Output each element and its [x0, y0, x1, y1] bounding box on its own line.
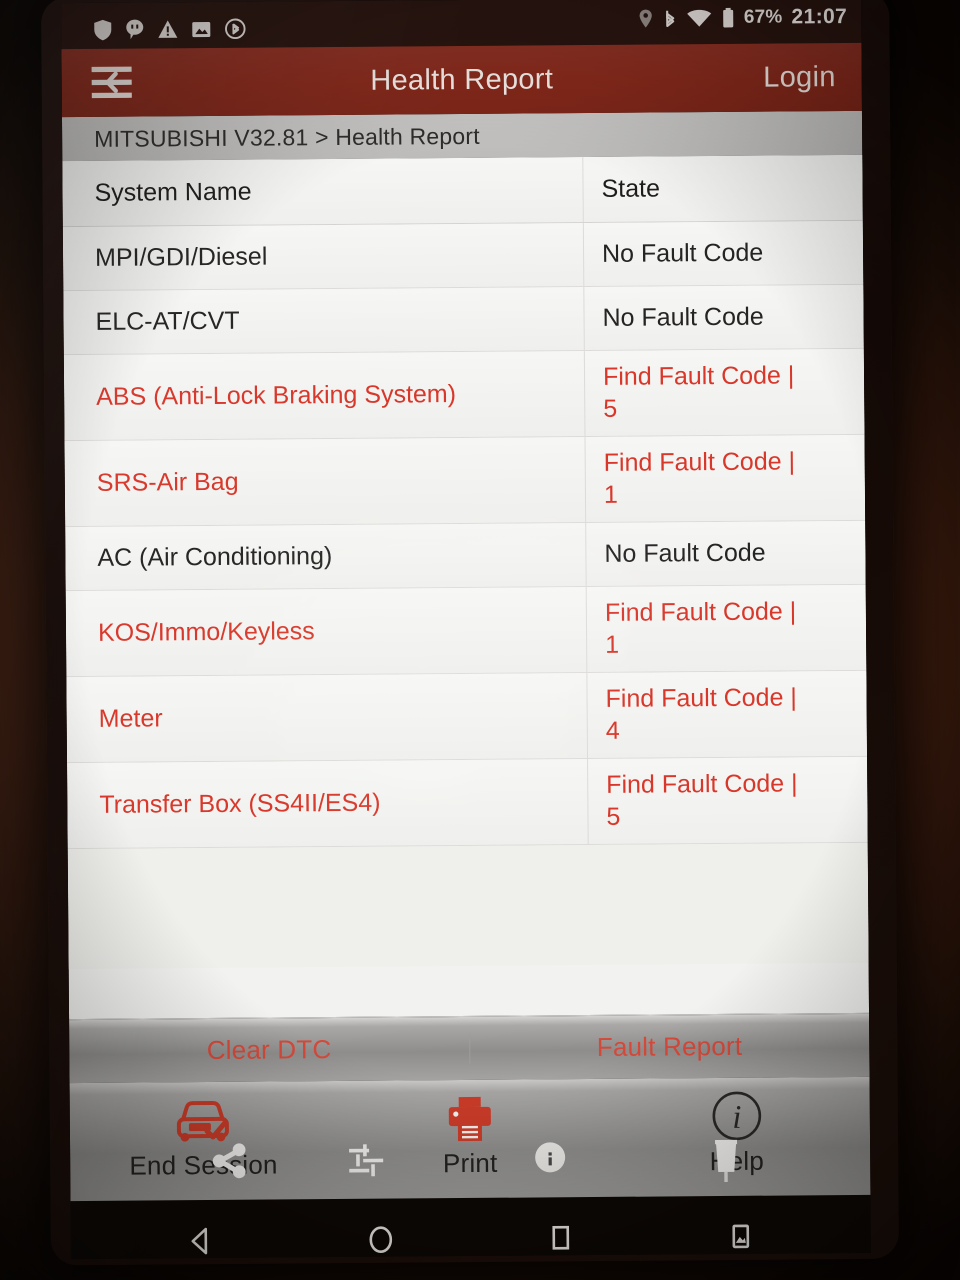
bluetooth-circle-icon — [224, 18, 246, 40]
tool-label: End Session — [129, 1149, 278, 1181]
system-state: Find Fault Code | 4 — [586, 670, 868, 759]
clock: 21:07 — [791, 4, 848, 29]
system-state: No Fault Code — [585, 520, 866, 587]
system-state: No Fault Code — [583, 284, 864, 351]
system-state: Find Fault Code | 1 — [585, 584, 867, 673]
system-name: Transfer Box (SS4II/ES4) — [99, 788, 381, 820]
table-row[interactable]: MPI/GDI/Diesel No Fault Code — [62, 220, 864, 292]
clear-dtc-button[interactable]: Clear DTC — [69, 1033, 469, 1067]
printer-icon — [444, 1090, 496, 1144]
system-state: No Fault Code — [582, 220, 864, 287]
screenshot-icon[interactable] — [701, 1209, 781, 1260]
column-header-system-name: System Name — [94, 177, 252, 208]
warning-triangle-icon — [157, 19, 178, 39]
tool-label: Print — [442, 1147, 498, 1179]
table-row[interactable]: AC (Air Conditioning) No Fault Code — [65, 520, 866, 592]
column-header-state: State — [582, 154, 863, 223]
table-header-row: System Name State — [62, 154, 863, 228]
bottom-toolbar: End Session Print i Help — [69, 1076, 871, 1202]
android-status-bar: 67% 21:07 — [61, 0, 862, 50]
android-navigation-bar — [70, 1194, 871, 1260]
home-icon[interactable] — [341, 1211, 421, 1259]
photograph-of-phone: 67% 21:07 Health Report Login MITSUBISHI… — [0, 0, 960, 1280]
hangouts-icon — [125, 19, 144, 41]
system-state: Find Fault Code | 5 — [583, 348, 865, 437]
table-row[interactable]: ELC-AT/CVT No Fault Code — [63, 284, 864, 356]
status-bar-system-icons: 67% 21:07 — [638, 5, 848, 31]
table-row[interactable]: Transfer Box (SS4II/ES4) Find Fault Code… — [67, 756, 868, 850]
menu-back-icon[interactable] — [82, 59, 146, 106]
battery-icon — [721, 7, 735, 29]
help-button[interactable]: i Help — [603, 1077, 870, 1178]
battery-percentage: 67% — [743, 6, 783, 28]
table-row[interactable]: KOS/Immo/Keyless Find Fault Code | 1 — [65, 584, 867, 678]
status-bar-notification-icons — [93, 18, 246, 41]
car-check-icon — [171, 1092, 235, 1147]
app-header-bar: Health Report Login — [61, 42, 862, 118]
bluetooth-icon — [662, 7, 677, 29]
table-empty-area — [67, 842, 869, 970]
system-name: SRS-Air Bag — [96, 468, 239, 498]
end-session-button[interactable]: End Session — [70, 1081, 337, 1182]
location-pin-icon — [638, 9, 653, 29]
svg-text:i: i — [732, 1100, 741, 1136]
login-button[interactable]: Login — [763, 61, 836, 95]
action-bar: Clear DTC Fault Report — [69, 1012, 870, 1084]
wifi-icon — [686, 8, 712, 28]
fault-report-button[interactable]: Fault Report — [468, 1029, 870, 1064]
image-icon — [191, 19, 211, 38]
print-button[interactable]: Print — [336, 1079, 603, 1180]
shield-icon — [93, 19, 112, 41]
tool-label: Help — [709, 1145, 765, 1177]
system-name: ABS (Anti-Lock Braking System) — [96, 380, 457, 412]
info-circle-icon: i — [708, 1088, 764, 1142]
table-row[interactable]: SRS-Air Bag Find Fault Code | 1 — [64, 434, 866, 528]
system-state: Find Fault Code | 1 — [584, 434, 866, 523]
system-name: AC (Air Conditioning) — [97, 542, 333, 573]
system-name: KOS/Immo/Keyless — [97, 617, 315, 648]
table-row[interactable]: Meter Find Fault Code | 4 — [66, 670, 868, 764]
system-name: Meter — [98, 704, 163, 734]
system-state: Find Fault Code | 5 — [587, 756, 868, 845]
breadcrumb: MITSUBISHI V32.81 > Health Report — [61, 110, 863, 162]
system-name: ELC-AT/CVT — [95, 307, 240, 337]
recents-icon[interactable] — [521, 1210, 601, 1259]
page-title: Health Report — [370, 62, 554, 97]
table-row[interactable]: ABS (Anti-Lock Braking System) Find Faul… — [63, 348, 865, 442]
system-name: MPI/GDI/Diesel — [94, 242, 268, 273]
health-report-table: System Name State MPI/GDI/Diesel No Faul… — [62, 154, 870, 1020]
phone-screen: 67% 21:07 Health Report Login MITSUBISHI… — [61, 0, 871, 1260]
back-icon[interactable] — [161, 1213, 241, 1259]
